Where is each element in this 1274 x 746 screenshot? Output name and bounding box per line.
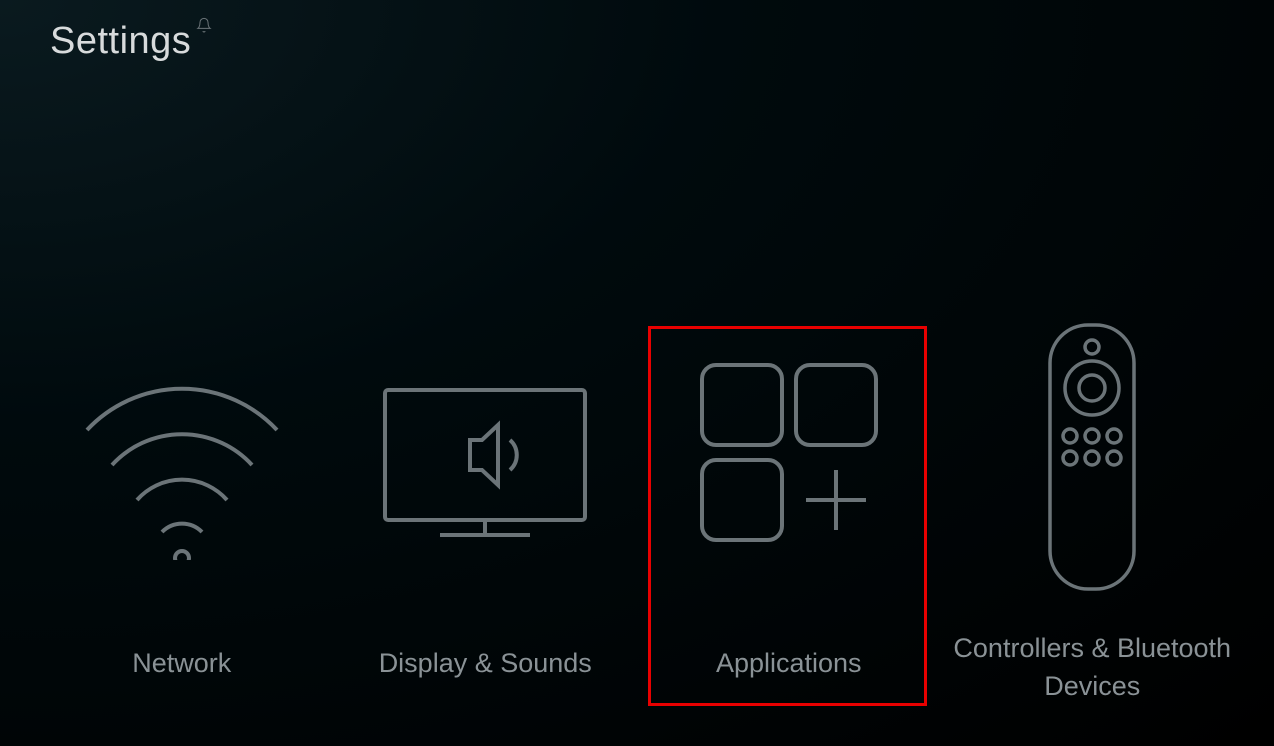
page-title: Settings [50,20,191,63]
tile-label: Applications [716,645,862,683]
tile-label: Display & Sounds [379,645,592,683]
settings-tile-applications[interactable]: Applications [644,330,934,683]
display-sounds-icon [340,330,630,590]
settings-tile-network[interactable]: Network [37,330,327,683]
network-icon [37,330,327,590]
applications-icon [644,330,934,590]
notification-bell-icon[interactable] [196,17,212,38]
tile-label: Network [132,645,231,683]
settings-tile-controllers-bluetooth[interactable]: Controllers & Bluetooth Devices [947,330,1237,706]
settings-tiles-row: Network Display & Sounds Applications [0,330,1274,706]
header: Settings [50,20,212,63]
tile-label: Controllers & Bluetooth Devices [947,630,1237,706]
remote-controller-icon [947,330,1237,590]
settings-tile-display-sounds[interactable]: Display & Sounds [340,330,630,683]
